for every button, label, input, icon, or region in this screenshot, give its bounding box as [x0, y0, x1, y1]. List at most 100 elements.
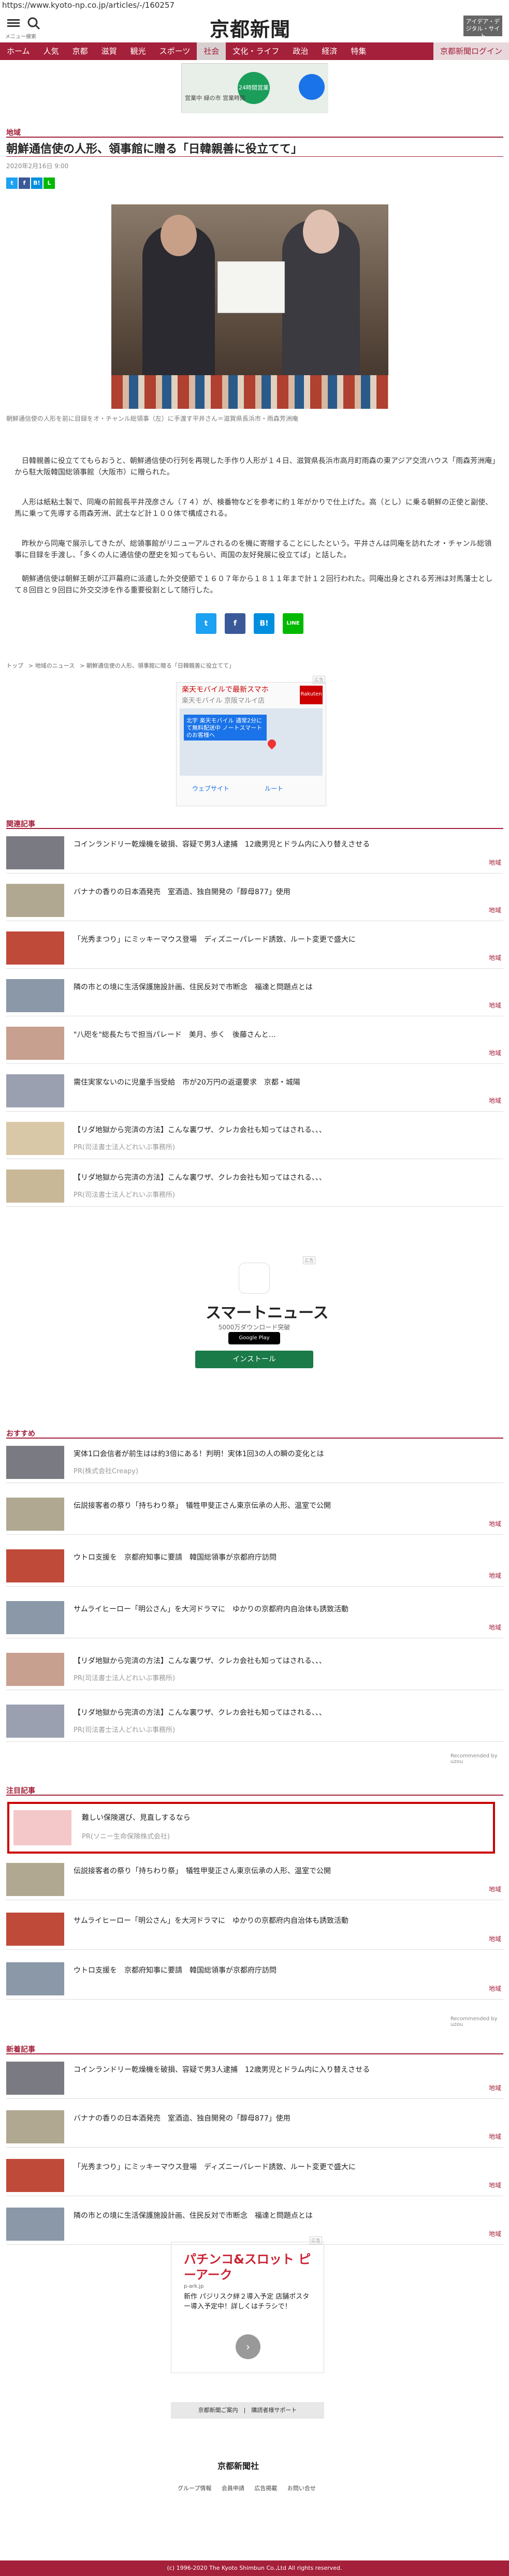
- item-tag[interactable]: 地域: [489, 2229, 501, 2238]
- pachinko-ad[interactable]: パチンコ&スロット ピーアーク p-ark.jp 新作 パジリスク絆２導入予定 …: [171, 2242, 324, 2373]
- list-item[interactable]: ウトロ支援を 京都府知事に要請 韓国総領事が京都府庁訪問 地域: [6, 1545, 503, 1587]
- directions-icon[interactable]: [299, 74, 325, 100]
- item-text[interactable]: 実体1口会信者が前生はは約3倍にある！判明！実体1回3の人の瞬の変化とは: [74, 1449, 477, 1459]
- site-logo[interactable]: 京都新聞: [210, 13, 290, 42]
- install-button[interactable]: インストール: [195, 1351, 313, 1368]
- item-tag[interactable]: 地域: [489, 1048, 501, 1057]
- item-text[interactable]: "八咫を"総長たちで担当パレード 美月、歩く 後藤さんと…: [74, 1030, 477, 1040]
- featured-highlight[interactable]: 難しい保険選び、見直しするなら PR(ソニー生命保険株式会社): [7, 1802, 495, 1854]
- item-tag[interactable]: 地域: [489, 858, 501, 867]
- ad-title[interactable]: パチンコ&スロット ピーアーク: [184, 2252, 313, 2283]
- item-tag[interactable]: 地域: [489, 2181, 501, 2189]
- list-item[interactable]: 隣の市との境に生活保護施設計画、住民反対で市断念 福達と問題点とは地域: [6, 975, 503, 1016]
- nav-item[interactable]: 京都: [66, 42, 95, 60]
- twitter-icon[interactable]: t: [6, 177, 18, 189]
- search-icon[interactable]: [27, 17, 40, 30]
- item-text[interactable]: コインランドリー乾燥機を破損、容疑で男3人逮捕 12歳男児とドラム内に入り替えさ…: [74, 839, 477, 850]
- section-label[interactable]: 地域: [6, 127, 21, 138]
- url-bar[interactable]: https://www.kyoto-np.co.jp/articles/-/16…: [2, 0, 174, 10]
- list-item[interactable]: サムライヒーロー「明公さん」を大河ドラマに ゆかりの京都府内自治体も誘致活動 地域: [6, 1597, 503, 1638]
- nav-item[interactable]: 人気: [37, 42, 66, 60]
- rakuten-ad[interactable]: 楽天モバイルで最新スマホ 楽天モバイル 京阪マルイ店 Rakuten 北宇 楽天…: [176, 682, 326, 806]
- item-text[interactable]: サムライヒーロー「明公さん」を大河ドラマに ゆかりの京都府内自治体も誘致活動: [74, 1916, 477, 1926]
- item-text[interactable]: 【リダ地獄から完済の方法】こんな裏ワザ、クレカ会社も知ってはされる、、、: [74, 1173, 477, 1183]
- item-tag[interactable]: 地域: [489, 1885, 501, 1893]
- item-text[interactable]: 【リダ地獄から完済の方法】こんな裏ワザ、クレカ会社も知ってはされる、、、: [74, 1656, 477, 1666]
- list-item[interactable]: 伝説接客者の祭り「持ちわり祭」 犠牲甲斐正さん東京伝承の人形、温室で公開地域: [6, 1859, 503, 1900]
- item-tag[interactable]: 地域: [489, 906, 501, 914]
- item-tag[interactable]: 地域: [489, 2132, 501, 2141]
- list-item[interactable]: サムライヒーロー「明公さん」を大河ドラマに ゆかりの京都府内自治体も誘致活動地域: [6, 1908, 503, 1950]
- item-text[interactable]: 難しい保険選び、見直しするなら: [82, 1812, 191, 1823]
- list-item[interactable]: コインランドリー乾燥機を破損、容疑で男3人逮捕 12歳男児とドラム内に入り替えさ…: [6, 2057, 503, 2099]
- footer-link[interactable]: グループ情報: [178, 2485, 211, 2492]
- nav-item[interactable]: 政治: [286, 42, 315, 60]
- breadcrumb-item[interactable]: トップ: [6, 662, 23, 669]
- item-tag[interactable]: 地域: [489, 1623, 501, 1632]
- login-button[interactable]: 京都新聞ログイン: [433, 42, 509, 60]
- list-item[interactable]: コインランドリー乾燥機を破損、容疑で男3人逮捕 12歳男児とドラム内に入り替えさ…: [6, 832, 503, 874]
- nav-item[interactable]: 文化・ライフ: [226, 42, 286, 60]
- item-tag[interactable]: 地域: [489, 1519, 501, 1528]
- item-tag[interactable]: 地域: [489, 1934, 501, 1943]
- item-text[interactable]: 需住実家ないのに児童手当受給 市が20万円の返還要求 京都・城陽: [74, 1077, 477, 1088]
- item-text[interactable]: コインランドリー乾燥機を破損、容疑で男3人逮捕 12歳男児とドラム内に入り替えさ…: [74, 2065, 477, 2075]
- footer-link[interactable]: 広告掲載: [254, 2485, 277, 2492]
- nav-item[interactable]: 観光: [124, 42, 153, 60]
- item-text[interactable]: 【リダ地獄から完済の方法】こんな裏ワザ、クレカ会社も知ってはされる、、、: [74, 1708, 477, 1718]
- nav-item[interactable]: 社会: [197, 42, 226, 60]
- hatena-share-icon[interactable]: B!: [254, 613, 274, 634]
- list-item[interactable]: 隣の市との境に生活保護施設計画、住民反対で市断念 福達と問題点とは地域: [6, 2203, 503, 2245]
- smartnews-ad[interactable]: スマートニュース 5000万ダウンロード突破 Google Play インストー…: [195, 1262, 329, 1396]
- premium-button[interactable]: アイデア・デジタル・サイト: [463, 16, 502, 39]
- list-item[interactable]: 【リダ地獄から完済の方法】こんな裏ワザ、クレカ会社も知ってはされる、、、 PR(司…: [6, 1118, 503, 1159]
- facebook-share-icon[interactable]: f: [225, 613, 245, 634]
- item-text[interactable]: 隣の市との境に生活保護施設計画、住民反対で市断念 福達と問題点とは: [74, 2211, 477, 2221]
- next-arrow-icon[interactable]: ›: [236, 2334, 260, 2359]
- item-tag[interactable]: 地域: [489, 1001, 501, 1010]
- route-button[interactable]: ルート: [265, 784, 283, 793]
- menu-icon[interactable]: [7, 18, 20, 30]
- nav-item[interactable]: ホーム: [0, 42, 37, 60]
- twitter-share-icon[interactable]: t: [196, 613, 216, 634]
- item-tag[interactable]: 地域: [489, 1096, 501, 1105]
- nav-item[interactable]: 滋賀: [95, 42, 124, 60]
- breadcrumb-item[interactable]: 地域のニュース: [35, 662, 75, 669]
- item-tag[interactable]: 地域: [489, 1984, 501, 1993]
- item-tag[interactable]: 地域: [489, 1571, 501, 1580]
- facebook-icon[interactable]: f: [19, 177, 30, 189]
- nav-item[interactable]: スポーツ: [153, 42, 197, 60]
- top-ad[interactable]: 24時間営業 営業中 緑の市 営業時間: [181, 63, 328, 113]
- nav-item[interactable]: 特集: [344, 42, 373, 60]
- footer-logo[interactable]: 京都新聞社: [217, 2459, 259, 2471]
- list-item[interactable]: 【リダ地獄から完済の方法】こんな裏ワザ、クレカ会社も知ってはされる、、、 PR(司…: [6, 1649, 503, 1690]
- list-item[interactable]: "八咫を"総長たちで担当パレード 美月、歩く 後藤さんと… 地域: [6, 1023, 503, 1064]
- list-item[interactable]: 「光秀まつり」にミッキーマウス登場 ディズニーパレード誘致、ルート変更で盛大に地…: [6, 927, 503, 969]
- footer-link[interactable]: お問い合せ: [287, 2485, 316, 2492]
- list-item[interactable]: バナナの香りの日本酒発売 室酒造、独自開発の「醇母877」使用 地域: [6, 2106, 503, 2148]
- item-tag[interactable]: 地域: [489, 953, 501, 962]
- item-text[interactable]: 「光秀まつり」にミッキーマウス登場 ディズニーパレード誘致、ルート変更で盛大に: [74, 2162, 477, 2172]
- ad-title[interactable]: 楽天モバイルで最新スマホ: [182, 686, 269, 694]
- item-text[interactable]: ウトロ支援を 京都府知事に要請 韓国総領事が京都府庁訪問: [74, 1965, 477, 1976]
- item-text[interactable]: 伝説接客者の祭り「持ちわり祭」 犠牲甲斐正さん東京伝承の人形、温室で公開: [74, 1501, 477, 1511]
- list-item[interactable]: バナナの香りの日本酒発売 室酒造、独自開発の「醇母877」使用地域: [6, 880, 503, 921]
- hatena-icon[interactable]: B!: [31, 177, 42, 189]
- line-share-icon[interactable]: LINE: [283, 613, 303, 634]
- item-text[interactable]: 「光秀まつり」にミッキーマウス登場 ディズニーパレード誘致、ルート変更で盛大に: [74, 935, 477, 945]
- item-text[interactable]: 伝説接客者の祭り「持ちわり祭」 犠牲甲斐正さん東京伝承の人形、温室で公開: [74, 1866, 477, 1876]
- list-item[interactable]: ウトロ支援を 京都府知事に要請 韓国総領事が京都府庁訪問地域: [6, 1958, 503, 2000]
- item-text[interactable]: 隣の市との境に生活保護施設計画、住民反対で市断念 福達と問題点とは: [74, 982, 477, 993]
- list-item[interactable]: 需住実家ないのに児童手当受給 市が20万円の返還要求 京都・城陽地域: [6, 1070, 503, 1112]
- list-item[interactable]: 実体1口会信者が前生はは約3倍にある！判明！実体1回3の人の瞬の変化とは PR(株…: [6, 1442, 503, 1483]
- footer-link[interactable]: 会員申請: [222, 2485, 244, 2492]
- info-links[interactable]: 京都新聞ご案内 | 購読者様サポート: [171, 2402, 324, 2419]
- list-item[interactable]: 「光秀まつり」にミッキーマウス登場 ディズニーパレード誘致、ルート変更で盛大に地…: [6, 2155, 503, 2196]
- line-icon[interactable]: L: [43, 177, 55, 189]
- google-play-badge[interactable]: Google Play: [228, 1332, 280, 1344]
- item-tag[interactable]: 地域: [489, 2083, 501, 2092]
- item-text[interactable]: バナナの香りの日本酒発売 室酒造、独自開発の「醇母877」使用: [74, 887, 477, 897]
- website-button[interactable]: ウェブサイト: [192, 784, 229, 793]
- list-item[interactable]: 【リダ地獄から完済の方法】こんな裏ワザ、クレカ会社も知ってはされる、、、 PR(司…: [6, 1165, 503, 1207]
- list-item[interactable]: 伝説接客者の祭り「持ちわり祭」 犠牲甲斐正さん東京伝承の人形、温室で公開地域: [6, 1493, 503, 1535]
